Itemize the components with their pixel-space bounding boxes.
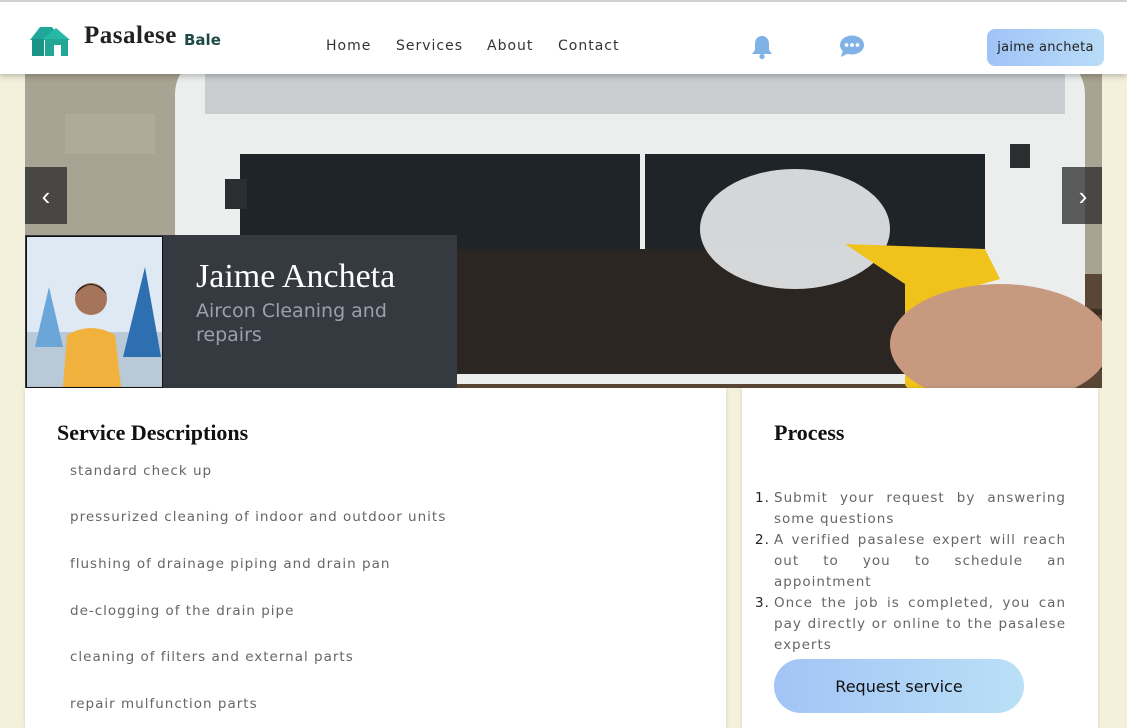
process-panel: Process 1. Submit your request by answeri…: [742, 388, 1098, 728]
process-step: 1. Submit your request by answering some …: [755, 488, 1066, 530]
process-title: Process: [774, 420, 845, 445]
step-text: Once the job is completed, you can pay d…: [774, 595, 1066, 653]
expert-name: Jaime Ancheta: [196, 258, 396, 295]
nav-contact[interactable]: Contact: [558, 38, 619, 54]
list-item: cleaning of filters and external parts: [70, 649, 354, 665]
brand-name[interactable]: Pasalese: [84, 22, 177, 50]
carousel-prev-button[interactable]: ‹: [25, 167, 67, 224]
bell-icon[interactable]: [750, 34, 774, 60]
brand-subtitle: Bale: [184, 31, 221, 49]
expert-profile-card: Jaime Ancheta Aircon Cleaning and repair…: [25, 235, 457, 388]
navbar: Pasalese Bale Home Services About Contac…: [0, 2, 1127, 74]
carousel-next-button[interactable]: ›: [1062, 167, 1102, 224]
step-number: 1.: [755, 490, 770, 506]
process-step: 3. Once the job is completed, you can pay…: [755, 593, 1066, 656]
avatar: [26, 236, 163, 388]
user-profile-button[interactable]: jaime ancheta: [987, 29, 1104, 66]
process-step: 2. A verified pasalese expert will reach …: [755, 530, 1066, 593]
expert-service: Aircon Cleaning and repairs: [196, 300, 387, 346]
house-logo-icon[interactable]: [28, 24, 72, 58]
step-number: 2.: [755, 532, 770, 548]
step-number: 3.: [755, 595, 770, 611]
list-item: standard check up: [70, 463, 213, 479]
chat-icon[interactable]: [838, 34, 866, 58]
list-item: flushing of drainage piping and drain pa…: [70, 556, 391, 572]
request-service-button[interactable]: Request service: [774, 659, 1024, 713]
list-item: de-clogging of the drain pipe: [70, 603, 295, 619]
service-descriptions-title: Service Descriptions: [57, 420, 249, 445]
step-text: A verified pasalese expert will reach ou…: [774, 532, 1066, 590]
list-item: pressurized cleaning of indoor and outdo…: [70, 509, 447, 525]
process-steps: 1. Submit your request by answering some …: [755, 488, 1066, 656]
nav-about[interactable]: About: [487, 38, 533, 54]
list-item: repair mulfunction parts: [70, 696, 258, 712]
nav-services[interactable]: Services: [396, 38, 463, 54]
service-descriptions-panel: Service Descriptions standard check up p…: [25, 388, 726, 728]
nav-home[interactable]: Home: [326, 38, 371, 54]
step-text: Submit your request by answering some qu…: [774, 490, 1066, 527]
